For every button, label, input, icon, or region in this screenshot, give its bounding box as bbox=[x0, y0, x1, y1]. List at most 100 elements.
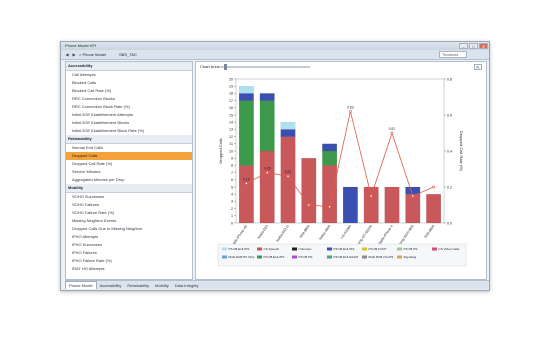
y2-tick-label: 0.0 bbox=[447, 221, 452, 225]
bar-segment bbox=[322, 150, 338, 166]
bar-segment bbox=[363, 186, 379, 224]
legend-label: Multi RAB CS+PS bbox=[369, 255, 394, 259]
legend-swatch bbox=[362, 247, 367, 251]
legend-label: Unknown bbox=[299, 247, 312, 251]
legend-swatch bbox=[432, 247, 437, 251]
x-tick-label: Apple-iPhone 4 bbox=[377, 224, 394, 245]
window-title: Phone Model KPI bbox=[65, 43, 97, 48]
legend-label: PS I/B EUL/HS bbox=[229, 247, 250, 251]
kpi-list-item[interactable]: IFHO Attempts bbox=[66, 233, 192, 241]
legend-swatch bbox=[327, 255, 332, 259]
x-tick-label: RIM-8900 bbox=[299, 224, 311, 239]
forward-arrow-icon[interactable]: ▶ bbox=[71, 52, 77, 57]
y-tick-label: 14 bbox=[229, 121, 233, 125]
x-tick-label: Nokia-E63 G bbox=[275, 224, 290, 242]
y-tick-label: 8 bbox=[231, 164, 233, 168]
section-header[interactable]: Mobility bbox=[66, 184, 192, 193]
y-tick-label: 10 bbox=[229, 149, 233, 153]
y-tick-label: 19 bbox=[229, 85, 233, 89]
y2-tick-label: 0.2 bbox=[447, 185, 452, 189]
toolbar: ◀ ▶ > Phone Model SBS_TAC Threshold bbox=[61, 50, 489, 60]
bottom-tab[interactable]: Data Integrity bbox=[172, 282, 202, 290]
x-tick-label: Nokia-E63 bbox=[257, 224, 269, 239]
section-header[interactable]: Retainability bbox=[66, 135, 192, 144]
y-tick-label: 20 bbox=[229, 77, 233, 81]
kpi-list-item[interactable]: SOHO Failures bbox=[66, 201, 192, 209]
line-point bbox=[432, 185, 436, 189]
bottom-tab[interactable]: Accessibility bbox=[97, 282, 125, 290]
legend-label: Multi RAB PS Only bbox=[229, 255, 255, 259]
legend-label: PS I/B EUL/FACH bbox=[334, 255, 359, 259]
y-tick-label: 17 bbox=[229, 99, 233, 103]
point-label: 0.18 bbox=[243, 177, 250, 181]
bar-segment bbox=[280, 129, 296, 137]
maximize-button[interactable]: □ bbox=[469, 43, 478, 49]
expand-icon[interactable]: ⇱ bbox=[474, 64, 482, 70]
legend-label: Signaling bbox=[404, 255, 417, 259]
kpi-list-item[interactable]: Call Attempts bbox=[66, 71, 192, 79]
legend-swatch bbox=[362, 255, 367, 259]
y-tick-label: 12 bbox=[229, 135, 233, 139]
legend-label: PS I/B EUL/HS bbox=[334, 247, 355, 251]
kpi-list-item[interactable]: IFHO Failure Rate (%) bbox=[66, 257, 192, 265]
kpi-list-item[interactable]: SOHO Failure Rate (%) bbox=[66, 209, 192, 217]
bar-segment bbox=[405, 194, 421, 224]
kpi-list-item[interactable]: Missing Neighbor Events bbox=[66, 217, 192, 225]
legend-label: PS I/B EUL/HS bbox=[264, 255, 285, 259]
line-point bbox=[411, 194, 415, 198]
legend-swatch bbox=[257, 247, 262, 251]
kpi-list-item[interactable]: Normal End Calls bbox=[66, 144, 192, 152]
point-label: 0.26 bbox=[264, 167, 271, 171]
kpi-list-item[interactable]: Blocked Calls bbox=[66, 79, 192, 87]
kpi-list-item[interactable]: RRC Connection Block Rate (%) bbox=[66, 103, 192, 111]
legend-swatch bbox=[257, 255, 262, 259]
kpi-list-item[interactable]: Service Minutes bbox=[66, 168, 192, 176]
kpi-list-item[interactable]: IFHO Failures bbox=[66, 249, 192, 257]
bar-segment bbox=[301, 158, 317, 224]
kpi-list-item[interactable]: Initial E2E Establishment Block Rate (%) bbox=[66, 127, 192, 135]
tab-crumb[interactable]: SBS_TAC bbox=[119, 50, 137, 59]
legend-swatch bbox=[327, 247, 332, 251]
section-header[interactable]: Accessibility bbox=[66, 62, 192, 71]
bottom-tab[interactable]: Retainability bbox=[124, 282, 152, 290]
kpi-list-item[interactable]: SOHO Successes bbox=[66, 193, 192, 201]
point-label: 0.63 bbox=[347, 105, 354, 109]
slider-thumb[interactable] bbox=[224, 64, 227, 70]
bar-segment bbox=[322, 143, 338, 152]
back-arrow-icon[interactable]: ◀ bbox=[64, 52, 70, 57]
kpi-list-item[interactable]: Blocked Call Rate (%) bbox=[66, 87, 192, 95]
bar-segment bbox=[280, 136, 296, 224]
bottom-tab[interactable]: Phone Model bbox=[65, 281, 97, 289]
bar-segment bbox=[238, 165, 254, 224]
bar-segment bbox=[238, 93, 254, 101]
line-point bbox=[245, 182, 248, 185]
kpi-list-item[interactable]: Dropped Call Rate (%) bbox=[66, 160, 192, 168]
line-point bbox=[328, 205, 332, 209]
chart-panel: Chart Area: ⇱ 0 1 2 3 4 5 6 7 8 9 10 11 12 13 14 15 16 17… bbox=[195, 61, 487, 280]
x-tick-label: Nokia-5800 bbox=[318, 224, 331, 241]
breadcrumb[interactable]: > Phone Model bbox=[79, 50, 106, 59]
x-tick-label: LG-KS360 bbox=[340, 224, 352, 239]
kpi-list-item[interactable]: IFHO Successes bbox=[66, 241, 192, 249]
bottom-tab-bar: Phone Model Accessibility Retainability Mob… bbox=[65, 280, 489, 289]
kpi-list-item[interactable]: Aggregated Minutes per Drop bbox=[66, 176, 192, 184]
kpi-list-item[interactable]: Dropped Calls Due to Missing Neighbor bbox=[66, 225, 192, 233]
kpi-list-item[interactable]: Initial E2E Establishment Blocks bbox=[66, 119, 192, 127]
legend-swatch bbox=[292, 255, 297, 259]
legend-swatch bbox=[222, 247, 227, 251]
line-point bbox=[348, 110, 352, 113]
minimize-button[interactable]: – bbox=[459, 43, 468, 49]
chart-area-slider[interactable] bbox=[220, 66, 310, 68]
chart-area: 0 1 2 3 4 5 6 7 8 9 10 11 12 13 14 15 16 17 18 19 20 0.0 0.2 0.… bbox=[198, 73, 483, 275]
kpi-list-item[interactable]: Initial E2E Establishment Attempts bbox=[66, 111, 192, 119]
kpi-list-item[interactable]: Dropped Calls bbox=[66, 152, 192, 160]
point-label: 0.57 bbox=[389, 127, 396, 131]
close-button[interactable]: ✕ bbox=[479, 43, 488, 49]
threshold-select[interactable]: Threshold bbox=[439, 51, 467, 58]
legend-label: CS Speech bbox=[264, 247, 280, 251]
kpi-list-item[interactable]: IRAT HO Attempts bbox=[66, 265, 192, 273]
kpi-list-item[interactable]: RRC Connection Blocks bbox=[66, 95, 192, 103]
bottom-tab[interactable]: Mobility bbox=[152, 282, 172, 290]
line-point bbox=[390, 131, 394, 135]
legend-label: PS I/B FACH bbox=[369, 247, 387, 251]
